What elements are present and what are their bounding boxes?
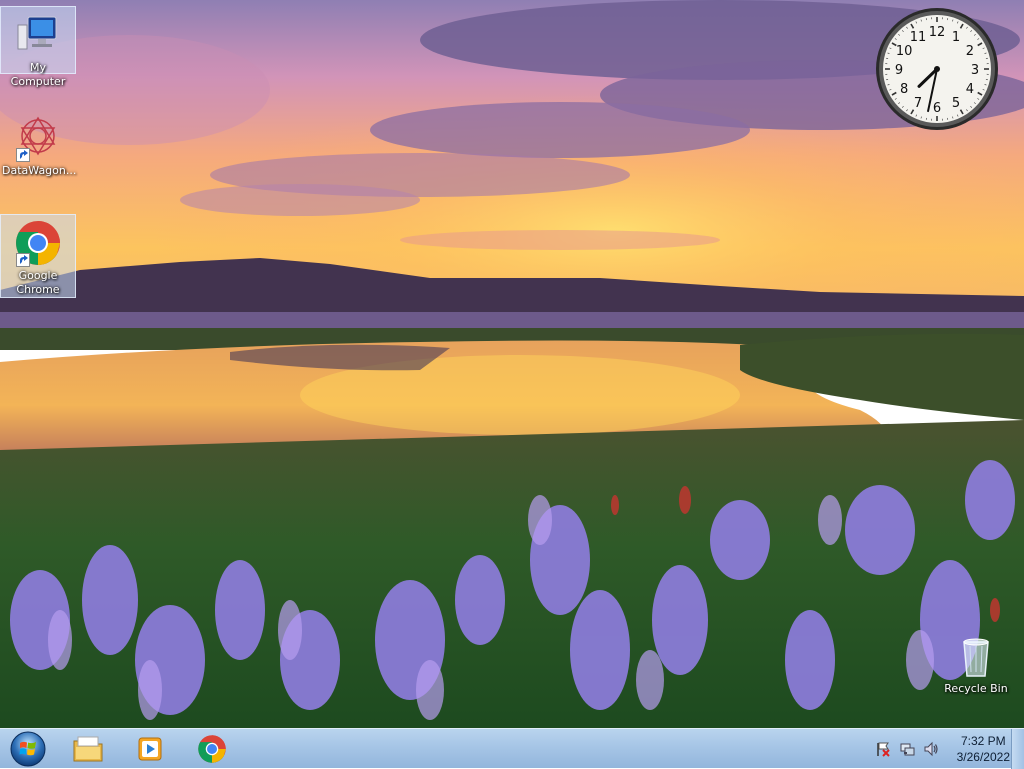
- taskbar-explorer-button[interactable]: [62, 731, 114, 767]
- datawagon-icon: [14, 114, 62, 162]
- action-center-flag-icon[interactable]: [875, 741, 891, 757]
- desktop-icon-google-chrome[interactable]: Google Chrome: [0, 214, 76, 298]
- start-button[interactable]: [2, 731, 54, 767]
- clock-numeral: 7: [914, 96, 922, 111]
- chrome-icon: [14, 219, 62, 267]
- taskbar-date: 3/26/2022: [957, 749, 1010, 765]
- clock-numeral: 6: [933, 101, 941, 116]
- desktop-icon-label: DataWagon...: [0, 164, 76, 178]
- clock-numeral: 8: [900, 82, 908, 97]
- taskbar: 7:32 PM 3/26/2022: [0, 728, 1024, 768]
- network-icon[interactable]: [899, 741, 915, 757]
- desktop-icon-my-computer[interactable]: My Computer: [0, 6, 76, 74]
- desktop-icon-label: Google Chrome: [1, 269, 75, 297]
- clock-gadget[interactable]: 12 12 3 45678 9 1011: [874, 6, 1000, 132]
- clock-numeral: 12: [929, 25, 946, 40]
- windows-orb-icon: [10, 731, 46, 767]
- desktop-wallpaper: [0, 0, 1024, 728]
- desktop-icon-recycle-bin[interactable]: Recycle Bin: [938, 628, 1014, 700]
- chrome-icon: [197, 734, 227, 764]
- taskbar-time: 7:32 PM: [957, 733, 1010, 749]
- desktop-icon-label: Recycle Bin: [938, 682, 1014, 696]
- clock-numeral: 10: [896, 44, 913, 59]
- clock-numeral: 11: [910, 30, 927, 45]
- desktop-icon-label: My Computer: [1, 61, 75, 89]
- taskbar-media-player-button[interactable]: [124, 731, 176, 767]
- folder-icon: [72, 735, 104, 763]
- desktop[interactable]: My Computer DataWagon...: [0, 0, 1024, 728]
- show-desktop-button[interactable]: [1011, 729, 1024, 769]
- system-tray: 7:32 PM 3/26/2022: [871, 729, 1010, 769]
- desktop-icon-datawagon[interactable]: DataWagon...: [0, 110, 76, 180]
- clock-numeral: 5: [952, 96, 960, 111]
- volume-icon[interactable]: [923, 741, 939, 757]
- clock-numeral: 9: [895, 63, 903, 78]
- recycle-bin-icon: [952, 632, 1000, 680]
- shortcut-arrow-icon: [16, 148, 30, 162]
- clock-numeral: 3: [971, 63, 979, 78]
- taskbar-clock[interactable]: 7:32 PM 3/26/2022: [957, 733, 1010, 765]
- clock-numeral: 4: [966, 82, 974, 97]
- clock-numeral: 2: [966, 44, 974, 59]
- clock-numeral: 1: [952, 30, 960, 45]
- shortcut-arrow-icon: [16, 253, 30, 267]
- computer-icon: [14, 11, 62, 59]
- taskbar-chrome-button[interactable]: [186, 731, 238, 767]
- media-player-icon: [136, 735, 164, 763]
